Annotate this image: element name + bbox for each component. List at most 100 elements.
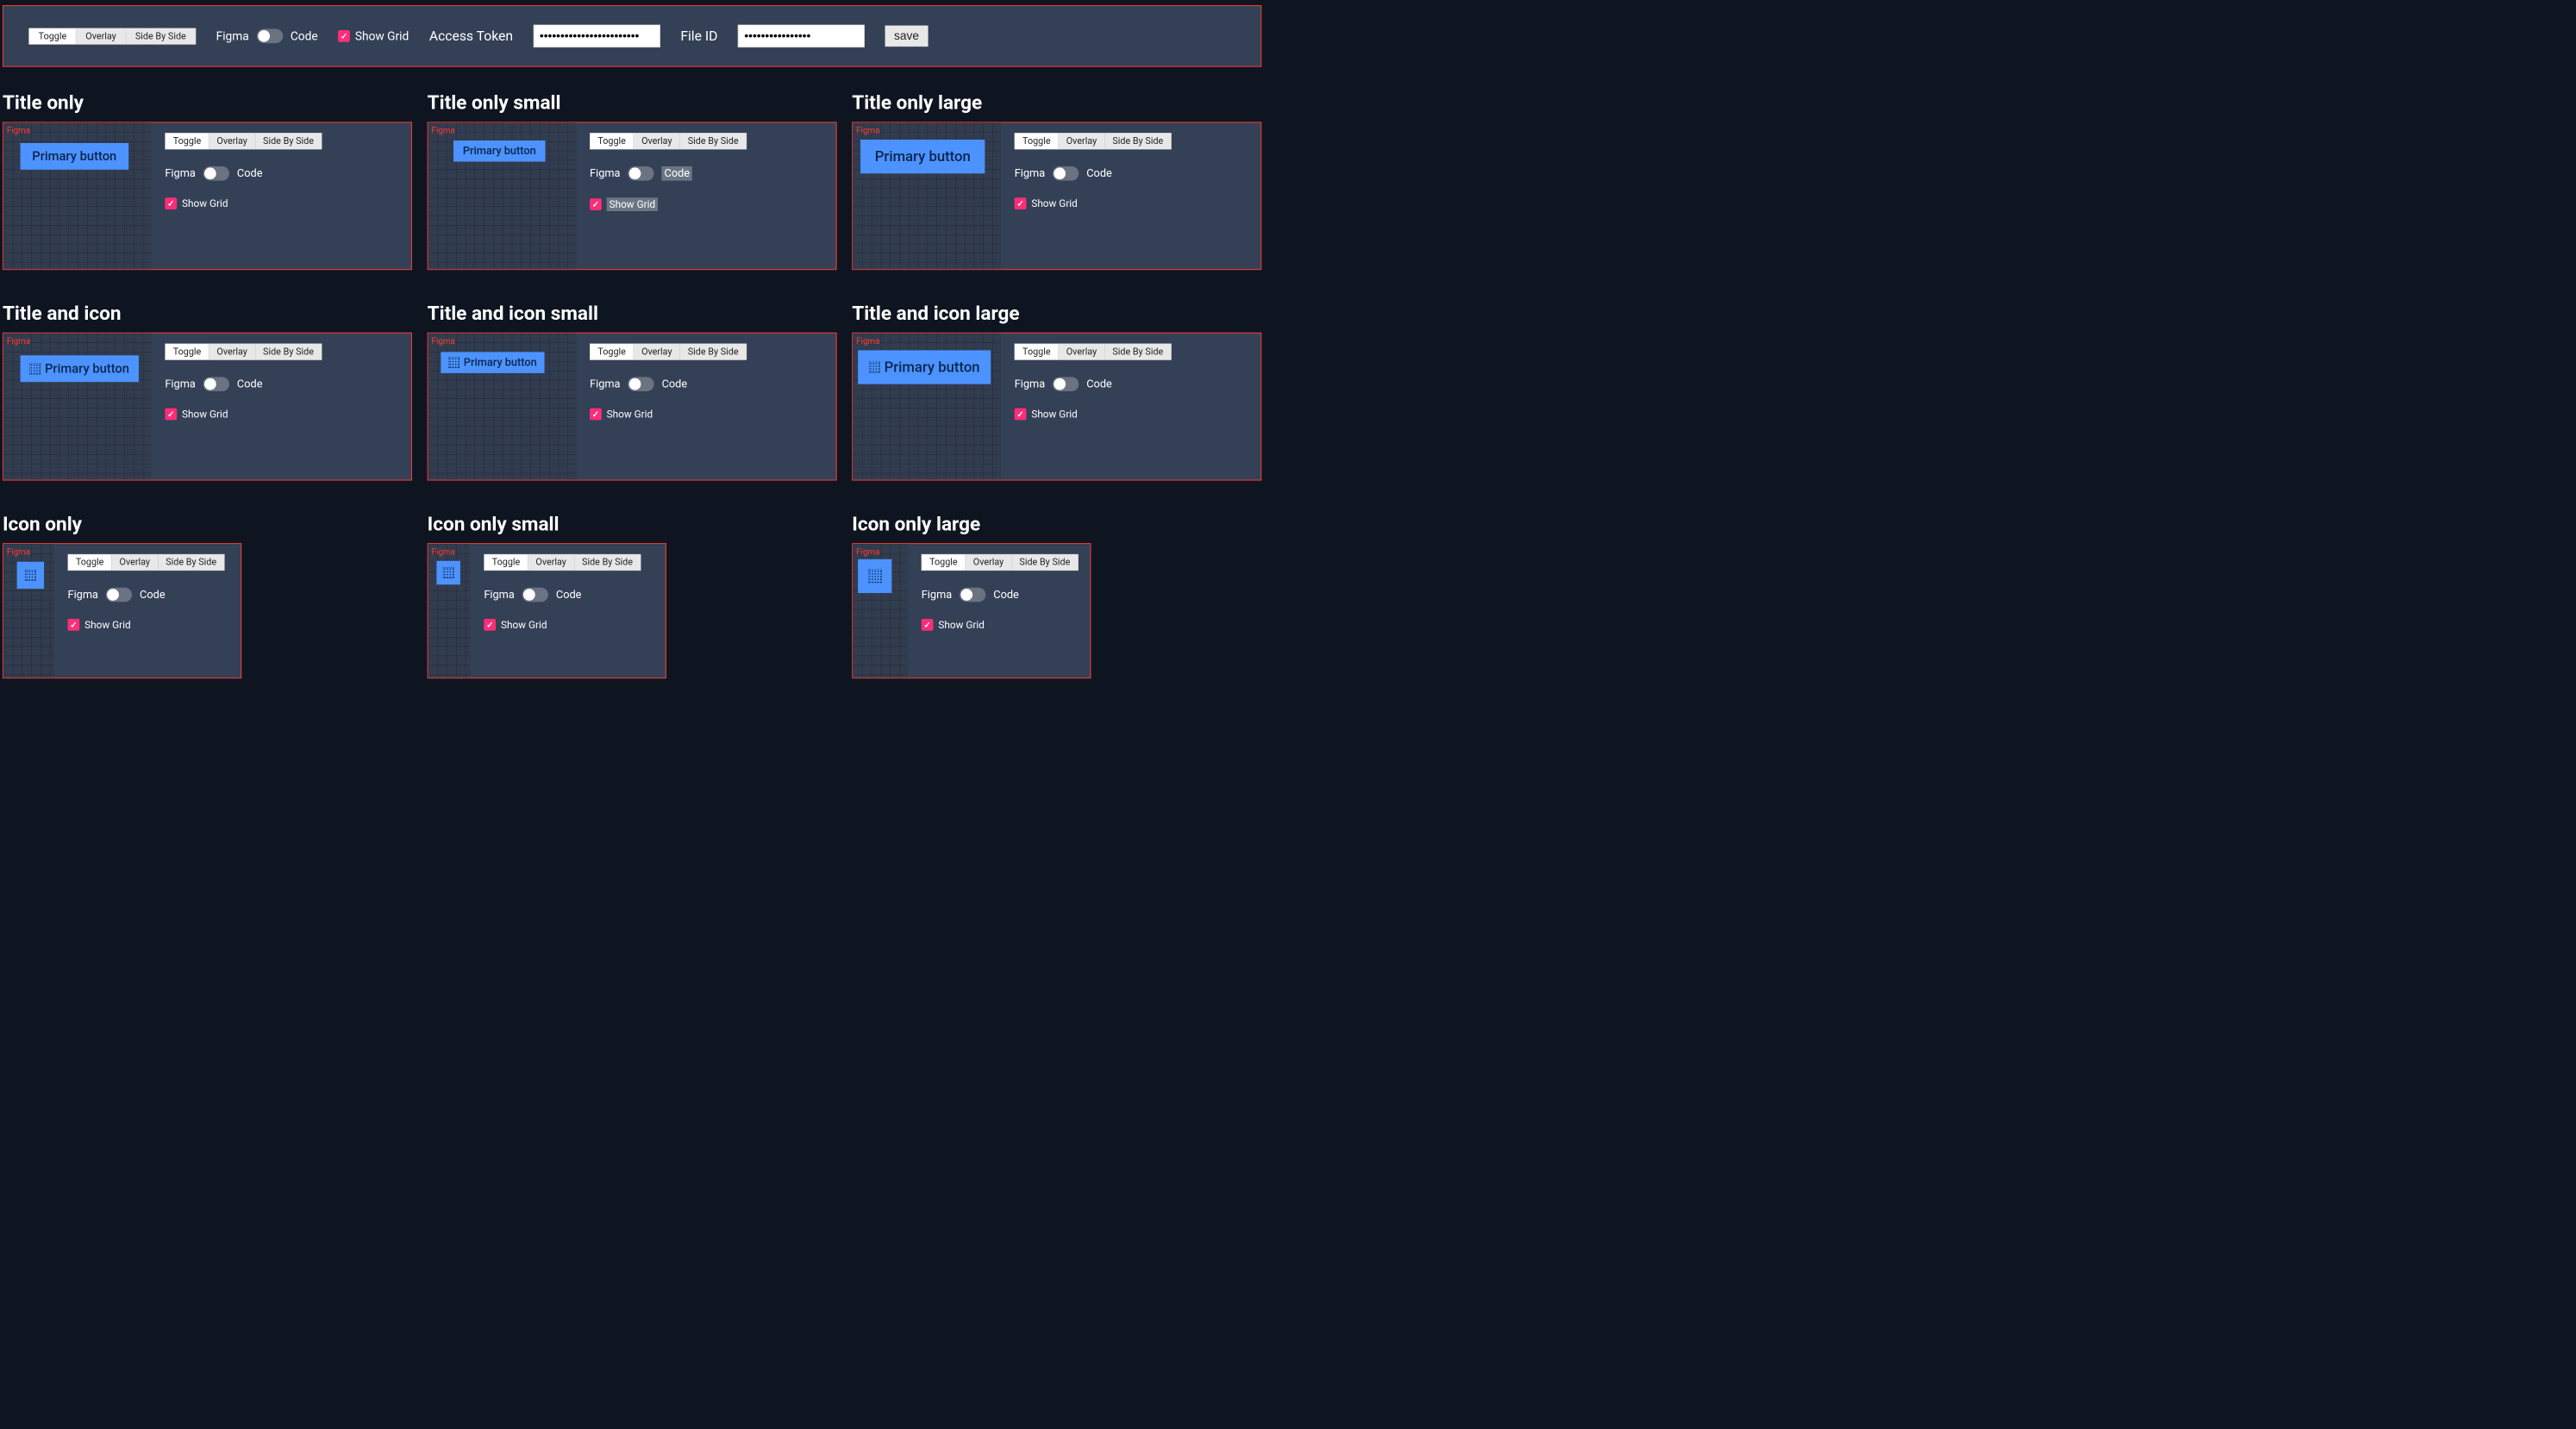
story-controls: Toggle Overlay Side By Side Figma Code ✓… — [54, 544, 241, 677]
seg-toggle[interactable]: Toggle — [166, 344, 209, 359]
seg-overlay[interactable]: Overlay — [634, 134, 680, 149]
seg-toggle[interactable]: Toggle — [922, 554, 966, 570]
figma-code-switch[interactable] — [203, 166, 229, 181]
figma-code-switch-wrap: Figma Code — [1015, 166, 1112, 181]
figma-code-switch[interactable] — [257, 28, 283, 43]
seg-toggle[interactable]: Toggle — [1015, 344, 1059, 359]
seg-overlay[interactable]: Overlay — [966, 554, 1012, 570]
figma-code-switch[interactable] — [628, 166, 653, 181]
figma-code-switch[interactable] — [203, 377, 229, 391]
story-controls: Toggle Overlay Side By Side Figma Code ✓… — [152, 334, 411, 480]
figma-code-switch-wrap: Figma Code — [922, 588, 1019, 602]
seg-overlay[interactable]: Overlay — [1059, 134, 1105, 149]
show-grid-checkbox[interactable]: ✓ — [338, 30, 350, 42]
show-grid-check-wrap: ✓ Show Grid — [590, 409, 653, 421]
figma-tag: Figma — [856, 336, 879, 346]
seg-toggle[interactable]: Toggle — [591, 344, 635, 359]
figma-code-switch-wrap: Figma Code — [165, 166, 262, 181]
seg-side-by-side[interactable]: Side By Side — [158, 554, 224, 570]
show-grid-checkbox[interactable]: ✓ — [590, 409, 602, 421]
story-controls: Toggle Overlay Side By Side Figma Code ✓… — [152, 122, 411, 269]
show-grid-label: Show Grid — [182, 197, 228, 209]
save-button[interactable]: save — [885, 26, 928, 47]
seg-side-by-side[interactable]: Side By Side — [1012, 554, 1079, 570]
seg-side-by-side[interactable]: Side By Side — [1105, 134, 1172, 149]
show-grid-check-wrap: ✓ Show Grid — [1015, 197, 1078, 209]
seg-toggle[interactable]: Toggle — [29, 28, 77, 44]
story-card: Figma Primary button Toggle Overlay Side… — [3, 122, 412, 270]
primary-button[interactable]: Primary button — [860, 140, 985, 173]
story-card: Figma Primary button Toggle Overlay Side… — [852, 122, 1261, 270]
seg-overlay[interactable]: Overlay — [76, 28, 126, 44]
figma-code-switch[interactable] — [960, 588, 985, 602]
seg-overlay[interactable]: Overlay — [634, 344, 680, 359]
view-mode-segmented: Toggle Overlay Side By Side — [68, 554, 225, 571]
story-card: Figma Toggle Overlay Side By Side Figma … — [852, 543, 1091, 678]
seg-toggle[interactable]: Toggle — [485, 554, 528, 570]
primary-button[interactable] — [17, 562, 44, 589]
seg-side-by-side[interactable]: Side By Side — [680, 344, 747, 359]
seg-toggle[interactable]: Toggle — [1015, 134, 1059, 149]
show-grid-checkbox[interactable]: ✓ — [165, 409, 177, 421]
show-grid-checkbox[interactable]: ✓ — [922, 619, 934, 631]
preview-pane: Figma — [3, 544, 54, 677]
primary-button[interactable]: Primary button — [858, 350, 991, 384]
view-mode-segmented: Toggle Overlay Side By Side — [484, 554, 641, 571]
stories-grid: Title only Figma Primary button Toggle O… — [0, 70, 1264, 704]
view-mode-segmented: Toggle Overlay Side By Side — [590, 344, 747, 360]
primary-button[interactable]: Primary button — [453, 140, 545, 162]
figma-code-switch-wrap: Figma Code — [216, 28, 318, 43]
figma-code-switch[interactable] — [522, 588, 548, 602]
seg-toggle[interactable]: Toggle — [68, 554, 112, 570]
show-grid-checkbox[interactable]: ✓ — [68, 619, 80, 631]
show-grid-checkbox[interactable]: ✓ — [1015, 197, 1027, 209]
figma-code-switch[interactable] — [628, 377, 653, 391]
show-grid-checkbox[interactable]: ✓ — [590, 198, 602, 210]
story-card: Figma Primary button Toggle Overlay Side… — [428, 122, 837, 270]
primary-button[interactable] — [858, 559, 891, 593]
access-token-input[interactable] — [534, 25, 660, 47]
seg-overlay[interactable]: Overlay — [112, 554, 159, 570]
primary-button-label: Primary button — [875, 148, 971, 165]
figma-code-switch[interactable] — [1053, 377, 1079, 391]
show-grid-checkbox[interactable]: ✓ — [484, 619, 496, 631]
seg-side-by-side[interactable]: Side By Side — [1105, 344, 1172, 359]
grid-dots-icon — [868, 570, 882, 583]
figma-code-switch[interactable] — [1053, 166, 1079, 181]
seg-overlay[interactable]: Overlay — [209, 344, 256, 359]
story-card: Figma Primary button Toggle Overlay Side… — [852, 333, 1261, 481]
show-grid-checkbox[interactable]: ✓ — [1015, 409, 1027, 421]
seg-side-by-side[interactable]: Side By Side — [255, 134, 322, 149]
preview-pane: Figma Primary button — [3, 122, 152, 269]
primary-button[interactable]: Primary button — [21, 143, 128, 170]
show-grid-label: Show Grid — [607, 197, 658, 211]
story-controls: Toggle Overlay Side By Side Figma Code ✓… — [576, 122, 835, 269]
switch-label-code: Code — [662, 378, 688, 390]
seg-toggle[interactable]: Toggle — [591, 134, 635, 149]
switch-label-figma: Figma — [216, 29, 249, 43]
show-grid-check-wrap: ✓ Show Grid — [922, 619, 985, 631]
seg-overlay[interactable]: Overlay — [1059, 344, 1105, 359]
show-grid-check-wrap: ✓ Show Grid — [165, 197, 228, 209]
primary-button[interactable] — [436, 561, 460, 584]
seg-side-by-side[interactable]: Side By Side — [255, 344, 322, 359]
primary-button[interactable]: Primary button — [21, 355, 139, 382]
grid-dots-icon — [443, 567, 454, 578]
seg-side-by-side[interactable]: Side By Side — [680, 134, 747, 149]
view-mode-segmented: Toggle Overlay Side By Side — [28, 28, 196, 44]
file-id-input[interactable] — [738, 25, 865, 47]
figma-code-switch[interactable] — [106, 588, 132, 602]
primary-button[interactable]: Primary button — [441, 352, 544, 373]
seg-overlay[interactable]: Overlay — [528, 554, 575, 570]
figma-tag: Figma — [432, 546, 455, 557]
seg-toggle[interactable]: Toggle — [166, 134, 209, 149]
figma-tag: Figma — [856, 546, 879, 557]
section-title: Icon only small — [428, 513, 837, 535]
seg-overlay[interactable]: Overlay — [209, 134, 256, 149]
seg-side-by-side[interactable]: Side By Side — [126, 28, 195, 44]
view-mode-segmented: Toggle Overlay Side By Side — [922, 554, 1079, 571]
switch-label-code: Code — [993, 589, 1019, 602]
seg-side-by-side[interactable]: Side By Side — [574, 554, 641, 570]
show-grid-checkbox[interactable]: ✓ — [165, 197, 177, 209]
figma-code-switch-wrap: Figma Code — [165, 377, 262, 391]
